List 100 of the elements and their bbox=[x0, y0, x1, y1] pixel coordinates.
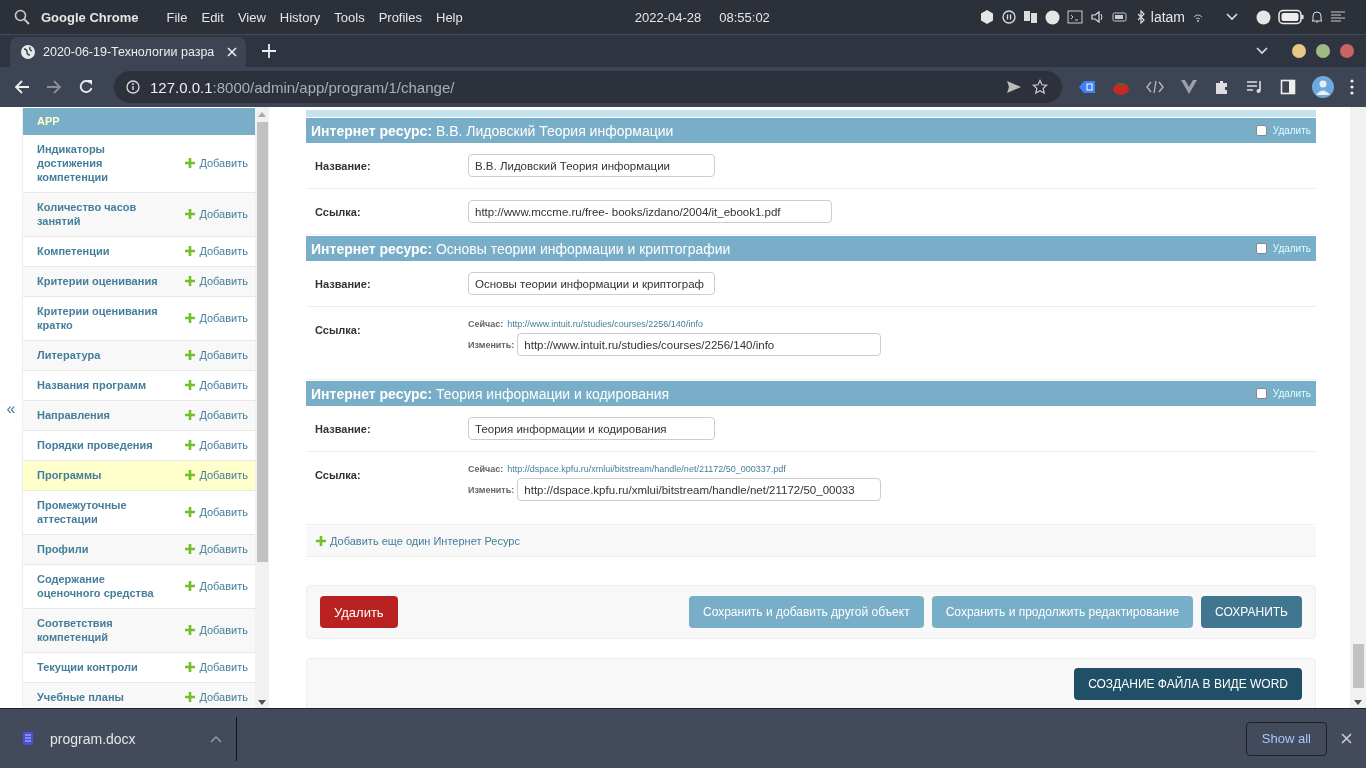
sidebar-item[interactable]: Профили Добавить bbox=[23, 535, 255, 565]
chevron-down-icon[interactable] bbox=[1225, 12, 1239, 22]
current-link[interactable]: http://dspace.kpfu.ru/xmlui/bitstream/handle/net/21172/50_000337.pdf bbox=[507, 464, 786, 474]
delete-checkbox[interactable] bbox=[1255, 388, 1267, 399]
volume-icon[interactable] bbox=[1089, 10, 1105, 24]
model-link[interactable]: Программы bbox=[37, 468, 169, 482]
model-link[interactable]: Названия программ bbox=[37, 378, 169, 392]
delete-checkbox[interactable] bbox=[1255, 125, 1267, 136]
reload-icon[interactable] bbox=[78, 79, 94, 95]
model-link[interactable]: Индикаторы достижения компетенции bbox=[37, 142, 169, 184]
add-link[interactable]: Добавить bbox=[185, 572, 248, 600]
model-link[interactable]: Текущии контроли bbox=[37, 660, 169, 674]
model-link[interactable]: Порядки проведения bbox=[37, 438, 169, 452]
more-icon[interactable] bbox=[1350, 79, 1354, 95]
close-icon[interactable] bbox=[1341, 733, 1352, 744]
scrollbar[interactable] bbox=[255, 107, 269, 708]
scroll-down-icon[interactable] bbox=[258, 700, 266, 705]
minimize-icon[interactable] bbox=[1292, 44, 1306, 58]
model-link[interactable]: Промежуточные аттестации bbox=[37, 498, 169, 526]
add-another-link[interactable]: Добавить еще один Интернет Ресурс bbox=[316, 535, 520, 547]
battery-icon[interactable] bbox=[1278, 9, 1304, 25]
save-button[interactable]: Сохранить и добавить другой объект bbox=[689, 596, 924, 628]
add-link[interactable]: Добавить bbox=[185, 378, 248, 392]
model-link[interactable]: Количество часов занятий bbox=[37, 200, 169, 228]
menu-item[interactable]: View bbox=[237, 9, 266, 25]
input-field[interactable]: В.В. Лидовский Теория информации bbox=[468, 154, 715, 177]
scrollbar-thumb[interactable] bbox=[256, 122, 268, 562]
circle-icon[interactable] bbox=[1256, 9, 1271, 25]
model-link[interactable]: Критерии оценивания bbox=[37, 274, 169, 288]
save-button[interactable]: Сохранить и продолжить редактирование bbox=[931, 596, 1194, 628]
avatar-icon[interactable] bbox=[1312, 76, 1334, 98]
scrollbar[interactable] bbox=[1350, 107, 1366, 708]
add-link[interactable]: Добавить bbox=[185, 244, 248, 258]
add-link[interactable]: Добавить bbox=[185, 498, 248, 526]
pause-icon[interactable] bbox=[1001, 10, 1016, 24]
collapse-sidebar-toggle[interactable]: « bbox=[6, 400, 16, 417]
info-icon[interactable] bbox=[126, 80, 140, 94]
wifi-icon[interactable] bbox=[1192, 11, 1204, 23]
delete-button[interactable]: Удалить bbox=[320, 596, 398, 628]
add-link[interactable]: Добавить bbox=[185, 408, 248, 422]
forward-icon[interactable] bbox=[46, 79, 62, 95]
model-link[interactable]: Соответствия компетенций bbox=[37, 616, 169, 644]
code-icon[interactable] bbox=[1146, 79, 1164, 95]
battery-icon[interactable] bbox=[1111, 11, 1128, 23]
model-link[interactable]: Учебные планы bbox=[37, 690, 169, 704]
add-link[interactable]: Добавить bbox=[185, 690, 248, 704]
input-field[interactable]: http://www.mccme.ru/free- books/izdano/2004/it_ebook1.pdf bbox=[468, 200, 832, 223]
sidebar-item[interactable]: Критерии оценивания Добавить bbox=[23, 267, 255, 297]
add-link[interactable]: Добавить bbox=[185, 438, 248, 452]
add-link[interactable]: Добавить bbox=[185, 142, 248, 184]
add-link[interactable]: Добавить bbox=[185, 660, 248, 674]
add-link[interactable]: Добавить bbox=[185, 542, 248, 556]
sidebar-item[interactable]: Соответствия компетенций Добавить bbox=[23, 609, 255, 653]
sidebar-item[interactable]: Программы Добавить bbox=[23, 461, 255, 491]
chevron-up-icon[interactable] bbox=[210, 734, 222, 743]
model-link[interactable]: Содержание оценочного средства bbox=[37, 572, 169, 600]
input-field[interactable]: Теория информации и кодирования bbox=[468, 417, 715, 440]
add-link[interactable]: Добавить bbox=[185, 304, 248, 332]
menu-item[interactable]: Edit bbox=[201, 9, 224, 25]
terminal-icon[interactable] bbox=[1066, 10, 1083, 24]
add-link[interactable]: Добавить bbox=[185, 200, 248, 228]
delete-checkbox[interactable] bbox=[1255, 243, 1267, 254]
model-link[interactable]: Компетенции bbox=[37, 244, 169, 258]
input-field[interactable]: Основы теории информации и криптограф bbox=[468, 272, 715, 295]
scroll-down-icon[interactable] bbox=[1354, 700, 1362, 705]
save-button[interactable]: СОХРАНИТЬ bbox=[1201, 596, 1302, 628]
windows-icon[interactable] bbox=[1022, 9, 1038, 25]
model-link[interactable]: Литература bbox=[37, 348, 169, 362]
sidebar-item[interactable]: Направления Добавить bbox=[23, 401, 255, 431]
maximize-icon[interactable] bbox=[1316, 44, 1330, 58]
playlist-icon[interactable] bbox=[1246, 79, 1264, 95]
keyboard-layout[interactable]: latam bbox=[1150, 9, 1185, 25]
scrollbar-thumb[interactable] bbox=[1352, 644, 1364, 688]
sidebar-item[interactable]: Учебные планы Добавить bbox=[23, 683, 255, 708]
circle-icon[interactable] bbox=[1044, 9, 1060, 25]
menu-item[interactable]: Profiles bbox=[378, 9, 422, 25]
menu-item[interactable]: Help bbox=[436, 9, 463, 25]
add-link[interactable]: Добавить bbox=[185, 468, 248, 482]
current-link[interactable]: http://www.intuit.ru/studies/courses/2256/140/info bbox=[507, 319, 703, 329]
add-link[interactable]: Добавить bbox=[185, 348, 248, 362]
back-icon[interactable] bbox=[14, 79, 30, 95]
model-link[interactable]: Направления bbox=[37, 408, 169, 422]
tag-icon[interactable] bbox=[1078, 79, 1096, 95]
model-link[interactable]: Профили bbox=[37, 542, 169, 556]
menu-item[interactable]: History bbox=[279, 9, 321, 25]
add-link[interactable]: Добавить bbox=[185, 274, 248, 288]
search-icon[interactable] bbox=[14, 9, 30, 25]
star-icon[interactable] bbox=[1032, 79, 1048, 95]
menu-item[interactable]: File bbox=[166, 9, 188, 25]
sidebar-item[interactable]: Количество часов занятий Добавить bbox=[23, 193, 255, 237]
address-bar[interactable]: 127.0.0.1:8000/admin/app/program/1/change/ bbox=[114, 71, 1062, 103]
show-all-button[interactable]: Show all bbox=[1245, 721, 1327, 756]
vue-icon[interactable] bbox=[1180, 79, 1198, 95]
menu-icon[interactable] bbox=[1330, 10, 1346, 24]
download-item[interactable]: program.docx bbox=[22, 730, 222, 747]
sidebar-item[interactable]: Литература Добавить bbox=[23, 341, 255, 371]
hexagon-icon[interactable] bbox=[978, 9, 995, 25]
send-icon[interactable] bbox=[1006, 80, 1022, 94]
word-export-button[interactable]: СОЗДАНИЕ ФАЙЛА В ВИДЕ WORD bbox=[1074, 668, 1302, 700]
chevron-down-icon[interactable] bbox=[1256, 47, 1268, 55]
